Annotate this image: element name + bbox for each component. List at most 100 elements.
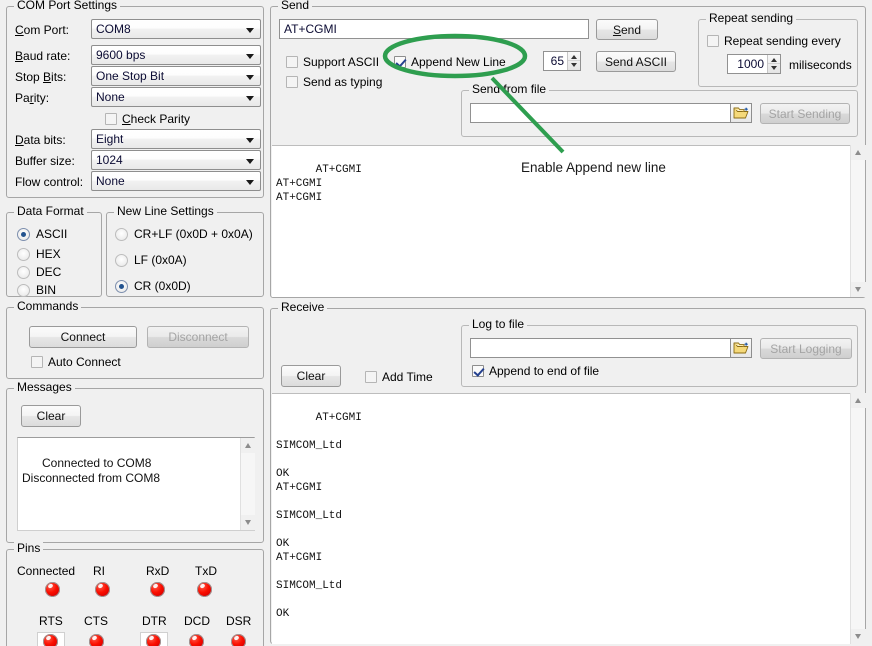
- disconnect-button[interactable]: Disconnect: [147, 326, 249, 348]
- buffer-size-combo[interactable]: 1024: [91, 150, 261, 170]
- pin-led-cts: [89, 634, 104, 646]
- start-sending-button[interactable]: Start Sending: [760, 103, 850, 124]
- auto-connect-label: Auto Connect: [48, 355, 121, 369]
- repeat-sending-legend: Repeat sending: [706, 12, 796, 25]
- com-port-label: Com Port:: [15, 23, 69, 37]
- pin-led-txd: [197, 582, 212, 597]
- send-button-label: Send: [613, 24, 641, 36]
- pin-led-rts: [43, 634, 58, 646]
- radio-data-format-bin[interactable]: BIN: [17, 283, 56, 297]
- scroll-up-arrow-icon[interactable]: [241, 438, 256, 453]
- data-format-legend: Data Format: [14, 205, 87, 218]
- radio-label: ASCII: [36, 227, 67, 241]
- pin-label-dsr: DSR: [226, 614, 251, 628]
- radio-newline-cr[interactable]: CR (0x0D): [115, 279, 191, 293]
- radio-circle: [115, 254, 128, 267]
- pin-label-dtr: DTR: [142, 614, 167, 628]
- radio-circle: [115, 280, 128, 293]
- scroll-up-arrow-icon[interactable]: [851, 393, 866, 408]
- append-new-line-checkbox[interactable]: Append New Line: [394, 55, 506, 69]
- stop-bits-combo[interactable]: One Stop Bit: [91, 66, 261, 86]
- send-legend: Send: [278, 0, 312, 12]
- pin-led-dcd: [189, 634, 204, 646]
- messages-clear-button[interactable]: Clear: [21, 405, 81, 427]
- chevron-down-icon: [246, 28, 254, 33]
- send-file-path-input[interactable]: [470, 103, 738, 123]
- append-to-end-of-file-checkbox[interactable]: Append to end of file: [472, 364, 599, 378]
- data-bits-combo[interactable]: Eight: [91, 129, 261, 149]
- receive-add-time-checkbox[interactable]: Add Time: [365, 370, 433, 384]
- send-as-typing-checkbox[interactable]: Send as typing: [286, 75, 382, 89]
- stop-bits-value: One Stop Bit: [96, 69, 164, 83]
- start-logging-button[interactable]: Start Logging: [760, 338, 852, 359]
- check-parity-checkbox[interactable]: Check Parity: [105, 112, 190, 126]
- radio-data-format-ascii[interactable]: ASCII: [17, 227, 67, 241]
- append-new-line-label: Append New Line: [411, 55, 506, 69]
- receive-log[interactable]: AT+CGMI SIMCOM_Ltd OK AT+CGMI SIMCOM_Ltd…: [272, 393, 851, 644]
- log-file-browse-button[interactable]: [730, 338, 752, 358]
- buffer-size-value: 1024: [96, 153, 123, 167]
- messages-scrollbar[interactable]: [240, 438, 255, 530]
- append-to-end-label: Append to end of file: [489, 364, 599, 378]
- baud-rate-combo[interactable]: 9600 bps: [91, 45, 261, 65]
- annotation-label: Enable Append new line: [521, 160, 666, 175]
- radio-circle: [17, 266, 30, 279]
- scrollbar-track[interactable]: [851, 145, 865, 297]
- com-port-settings-legend: COM Port Settings: [14, 0, 120, 12]
- radio-circle: [115, 228, 128, 241]
- send-file-browse-button[interactable]: [730, 103, 752, 123]
- pin-label-dcd: DCD: [184, 614, 210, 628]
- radio-newline-lf[interactable]: LF (0x0A): [115, 253, 187, 267]
- com-port-combo[interactable]: COM8: [91, 19, 261, 39]
- spinner-up-icon[interactable]: [768, 55, 780, 64]
- send-ascii-label: Send ASCII: [605, 56, 667, 68]
- radio-data-format-hex[interactable]: HEX: [17, 247, 61, 261]
- receive-log-scrollbar[interactable]: [850, 393, 865, 644]
- receive-clear-button[interactable]: Clear: [281, 365, 341, 387]
- radio-newline-crlf[interactable]: CR+LF (0x0D + 0x0A): [115, 227, 253, 241]
- spinner-down-icon[interactable]: [568, 61, 580, 70]
- chevron-down-icon: [246, 54, 254, 59]
- open-folder-icon: [733, 106, 749, 120]
- support-ascii-label: Support ASCII: [303, 55, 379, 69]
- radio-circle: [17, 248, 30, 261]
- pin-label-rts: RTS: [39, 614, 63, 628]
- pin-label-connected: Connected: [17, 564, 75, 578]
- com-port-settings-group: COM Port Settings Com Port: COM8 Baud ra…: [6, 6, 264, 198]
- log-file-path-input[interactable]: [470, 338, 738, 358]
- repeat-sending-checkbox[interactable]: Repeat sending every: [707, 34, 841, 48]
- parity-label: Parity:: [15, 91, 49, 105]
- spinner-buttons[interactable]: [567, 52, 580, 70]
- checkbox-box: [286, 76, 298, 88]
- send-as-typing-label: Send as typing: [303, 75, 382, 89]
- spinner-up-icon[interactable]: [568, 52, 580, 61]
- scroll-down-arrow-icon[interactable]: [241, 515, 256, 530]
- flow-control-combo[interactable]: None: [91, 171, 261, 191]
- support-ascii-checkbox[interactable]: Support ASCII: [286, 55, 379, 69]
- repeat-interval-spinner[interactable]: 1000: [727, 54, 781, 74]
- messages-log[interactable]: Connected to COM8 Disconnected from COM8: [17, 437, 255, 531]
- scroll-up-arrow-icon[interactable]: [851, 145, 866, 160]
- clear-label: Clear: [297, 370, 326, 382]
- parity-value: None: [96, 90, 125, 104]
- ascii-code-spinner[interactable]: 65: [543, 51, 581, 71]
- radio-data-format-dec[interactable]: DEC: [17, 265, 61, 279]
- parity-combo[interactable]: None: [91, 87, 261, 107]
- send-log-scrollbar[interactable]: [850, 145, 865, 297]
- spinner-buttons[interactable]: [767, 55, 780, 73]
- serial-terminal-window: COM Port Settings Com Port: COM8 Baud ra…: [0, 0, 872, 646]
- send-command-value: AT+CGMI: [284, 22, 337, 36]
- radio-label: CR+LF (0x0D + 0x0A): [134, 227, 253, 241]
- send-button[interactable]: Send: [596, 19, 658, 40]
- radio-label: BIN: [36, 283, 56, 297]
- spinner-down-icon[interactable]: [768, 64, 780, 73]
- scroll-down-arrow-icon[interactable]: [851, 282, 866, 297]
- send-ascii-button[interactable]: Send ASCII: [596, 51, 676, 72]
- send-log-text: AT+CGMI AT+CGMI AT+CGMI: [276, 164, 362, 204]
- receive-legend: Receive: [278, 301, 327, 314]
- send-command-input[interactable]: AT+CGMI: [279, 19, 589, 39]
- scroll-down-arrow-icon[interactable]: [851, 629, 866, 644]
- connect-button[interactable]: Connect: [29, 326, 137, 348]
- scrollbar-track[interactable]: [851, 393, 865, 644]
- auto-connect-checkbox[interactable]: Auto Connect: [31, 355, 121, 369]
